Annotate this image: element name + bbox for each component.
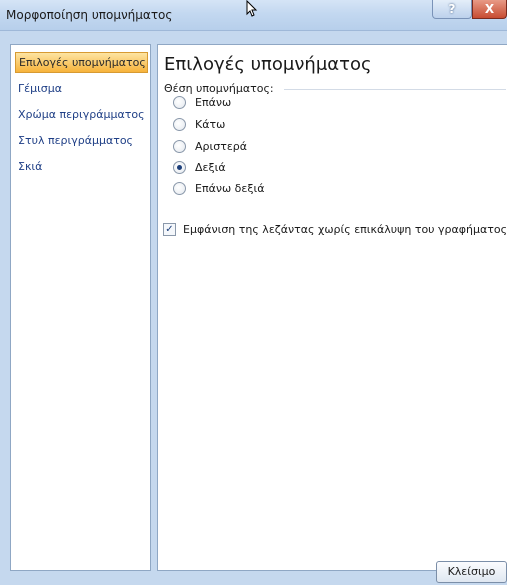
radio-button[interactable] <box>173 117 186 131</box>
sidebar-item-legend-options[interactable]: Επιλογές υπομνήματος <box>15 52 148 73</box>
help-button[interactable]: ? <box>432 0 472 19</box>
radio-label: Επάνω <box>195 95 232 109</box>
window-close-button[interactable]: X <box>472 0 507 19</box>
radio-label: Δεξιά <box>195 160 226 174</box>
radio-left[interactable]: Αριστερά <box>173 138 247 154</box>
radio-top-right[interactable]: Επάνω δεξιά <box>173 180 264 196</box>
radio-button-checked[interactable] <box>173 160 186 174</box>
radio-label: Κάτω <box>195 117 226 131</box>
radio-right[interactable]: Δεξιά <box>173 159 226 175</box>
radio-label: Επάνω δεξιά <box>195 181 265 195</box>
radio-bottom[interactable]: Κάτω <box>173 116 225 132</box>
options-panel: Επιλογές υπομνήματος Θέση υπομνήματος: Ε… <box>157 44 507 571</box>
radio-button[interactable] <box>173 181 186 195</box>
radio-button[interactable] <box>173 95 186 109</box>
checkbox-label: Εμφάνιση της λεζάντας χωρίς επικάλυψη το… <box>183 222 507 236</box>
close-button[interactable]: Κλείσιμο <box>436 561 507 583</box>
mouse-cursor-icon <box>246 0 258 17</box>
window-title: Μορφοποίηση υπομνήματος <box>6 8 173 22</box>
radio-button[interactable] <box>173 139 186 153</box>
category-list: Επιλογές υπομνήματος Γέμισμα Χρώμα περιγ… <box>10 44 151 571</box>
sidebar-item-shadow[interactable]: Σκιά <box>15 156 148 177</box>
sidebar-item-border-style[interactable]: Στυλ περιγράμματος <box>15 130 148 151</box>
radio-label: Αριστερά <box>195 139 248 153</box>
page-title: Επιλογές υπομνήματος <box>164 54 372 75</box>
title-bar: Μορφοποίηση υπομνήματος ? X <box>0 0 507 31</box>
sidebar-item-border-color[interactable]: Χρώμα περιγράμματος <box>15 104 148 125</box>
overlap-option[interactable]: ✓ Εμφάνιση της λεζάντας χωρίς επικάλυψη … <box>163 221 507 237</box>
sidebar-item-fill[interactable]: Γέμισμα <box>15 78 148 99</box>
checkbox[interactable]: ✓ <box>163 222 176 236</box>
group-divider <box>284 89 506 90</box>
radio-top[interactable]: Επάνω <box>173 94 231 110</box>
